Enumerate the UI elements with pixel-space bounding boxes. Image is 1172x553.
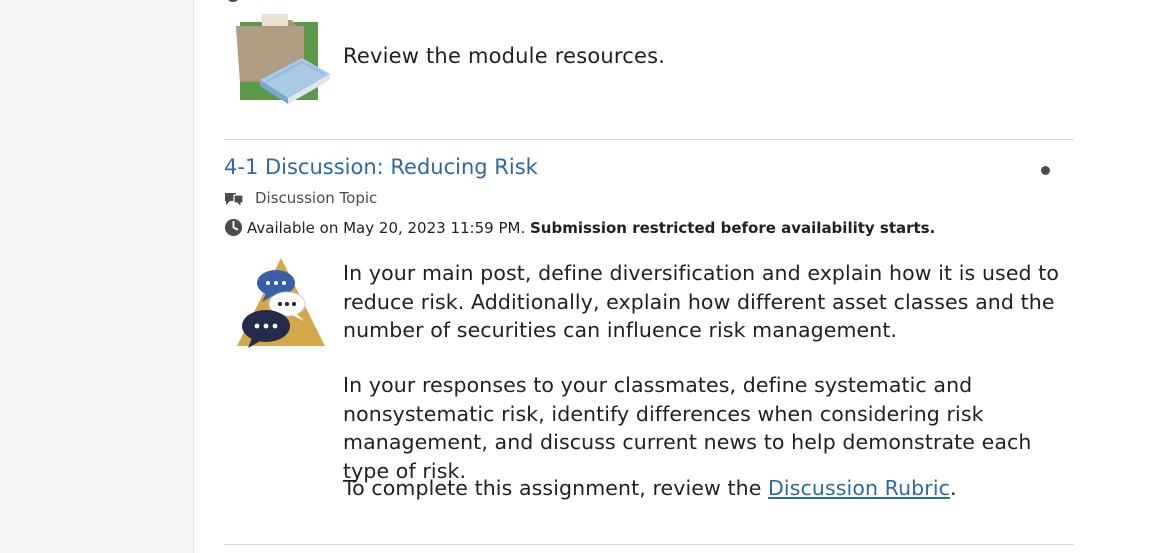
module-resources-text: Review the module resources.: [343, 44, 666, 68]
status-dot-icon: [1041, 166, 1050, 175]
rubric-instructions: To complete this assignment, review the …: [343, 474, 1073, 503]
clock-icon: [224, 218, 243, 237]
response-instructions: In your responses to your classmates, de…: [343, 373, 1032, 483]
previous-item-status-icon: [226, 0, 240, 2]
availability-text: Available on May 20, 2023 11:59 PM. Subm…: [247, 219, 935, 237]
left-navigation-rail: [0, 0, 194, 553]
availability-restriction: Submission restricted before availabilit…: [530, 219, 936, 237]
section-divider-bottom: [224, 544, 1074, 545]
discussion-rubric-link[interactable]: Discussion Rubric: [768, 476, 950, 500]
item-type-label: Discussion Topic: [255, 189, 378, 207]
section-divider: [224, 139, 1074, 140]
rubric-prefix: To complete this assignment, review the: [343, 476, 769, 500]
main-post-instructions: In your main post, define diversificatio…: [343, 261, 1060, 342]
discussion-bubbles-icon: [237, 258, 325, 348]
discussion-title-link[interactable]: 4-1 Discussion: Reducing Risk: [224, 155, 538, 179]
availability-date: Available on May 20, 2023 11:59 PM.: [247, 219, 526, 237]
discussion-topic-icon: [225, 193, 244, 209]
folder-book-icon: [236, 14, 330, 104]
module-resources-row: Review the module resources.: [232, 10, 665, 110]
rubric-suffix: .: [950, 476, 957, 500]
